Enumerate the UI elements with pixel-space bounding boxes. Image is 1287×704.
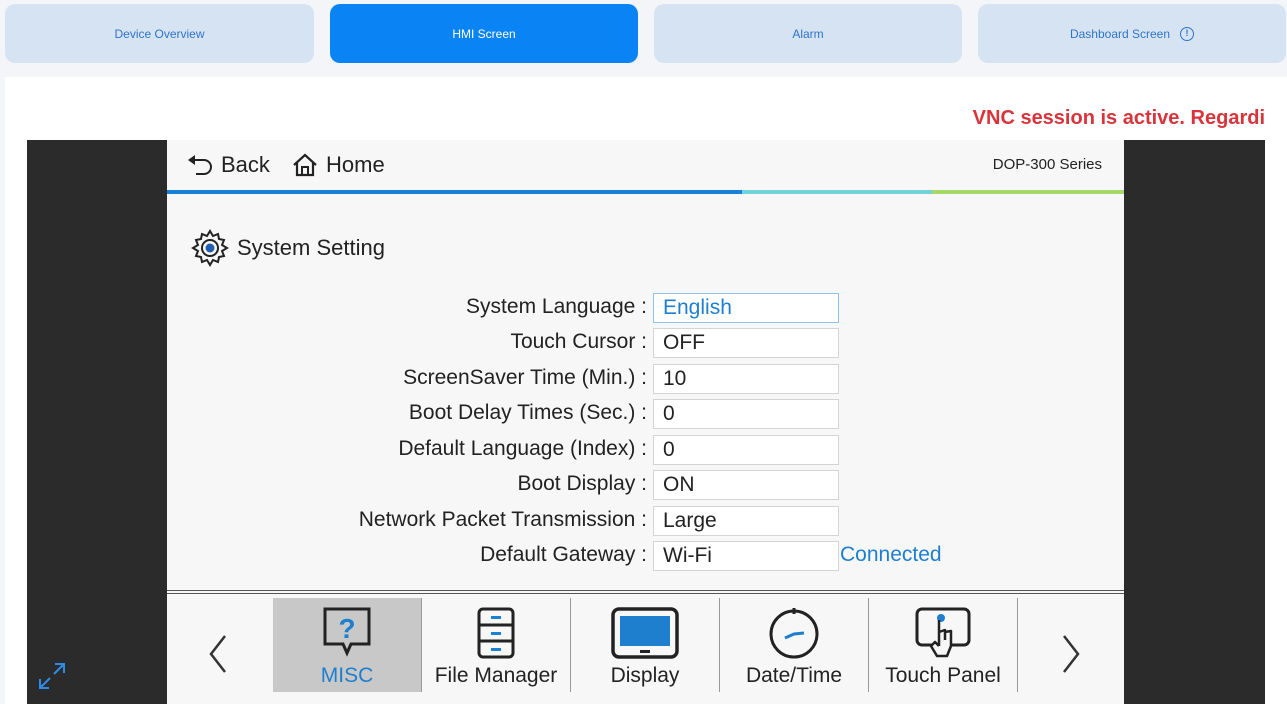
setting-row-boot-delay: Boot Delay Times (Sec.) : 0 [167,399,1124,429]
vnc-session-message: VNC session is active. Regardi [972,107,1265,129]
cabinet-icon [477,607,515,659]
nav-item-label: Display [610,664,680,687]
header-bar-green [932,190,1124,194]
back-arrow-icon [188,155,212,175]
question-bubble-icon: ? [323,607,371,657]
network-packet-field[interactable]: Large [653,506,839,536]
nav-item-label: MISC [320,664,374,687]
setting-label: Boot Delay Times (Sec.) : [408,401,647,424]
nav-item-date-time[interactable]: Date/Time [720,598,868,692]
setting-row-default-gateway: Default Gateway : Wi-Fi Connected [167,541,1124,571]
gear-icon [191,229,229,267]
nav-item-label: File Manager [434,664,558,687]
clock-icon [769,608,819,659]
home-label: Home [326,152,385,177]
tab-label: Device Overview [114,26,205,41]
setting-row-boot-display: Boot Display : ON [167,470,1124,500]
setting-label: ScreenSaver Time (Min.) : [403,366,647,389]
hmi-bottom-nav: ? MISC File Manager Display Date/Time To… [167,594,1124,704]
section-title: System Setting [189,228,385,268]
tab-alarm[interactable]: Alarm [654,4,962,63]
hmi-header: Back Home DOP-300 Series [167,140,1124,190]
svg-text:?: ? [338,613,355,644]
tab-label: HMI Screen [452,26,516,41]
default-gateway-field[interactable]: Wi-Fi [653,541,839,571]
setting-row-screensaver-time: ScreenSaver Time (Min.) : 10 [167,364,1124,394]
setting-label: Network Packet Transmission : [358,508,647,531]
tab-label: Alarm [792,26,824,41]
back-button[interactable]: Back [185,152,270,178]
tab-hmi-screen[interactable]: HMI Screen [330,4,638,63]
section-title-label: System Setting [237,235,385,260]
touch-hand-icon [915,607,971,658]
nav-item-label: Date/Time [745,664,843,687]
hmi-screen: Back Home DOP-300 Series System Setting … [167,140,1124,704]
fullscreen-button[interactable] [37,661,67,696]
screensaver-time-field[interactable]: 10 [653,364,839,394]
nav-divider [1017,598,1018,692]
setting-label: Boot Display : [517,472,647,495]
touch-cursor-field[interactable]: OFF [653,328,839,358]
nav-item-file-manager[interactable]: File Manager [422,598,570,692]
setting-row-touch-cursor: Touch Cursor : OFF [167,328,1124,358]
nav-next-button[interactable] [1060,632,1082,686]
setting-label: Default Language (Index) : [398,437,647,460]
top-tab-bar: Device Overview HMI Screen Alarm Dashboa… [0,0,1287,70]
setting-label: Default Gateway : [480,543,647,566]
chevron-right-icon [1063,635,1080,673]
tab-device-overview[interactable]: Device Overview [5,4,314,63]
setting-label: System Language : [466,295,647,318]
model-series-label: DOP-300 Series [992,156,1102,173]
nav-item-display[interactable]: Display [571,598,719,692]
nav-item-touch-panel[interactable]: Touch Panel [869,598,1017,692]
info-icon[interactable]: ! [1180,26,1195,41]
expand-icon [39,663,65,689]
boot-delay-field[interactable]: 0 [653,399,839,429]
boot-display-field[interactable]: ON [653,470,839,500]
setting-row-network-packet: Network Packet Transmission : Large [167,506,1124,536]
nav-item-misc[interactable]: ? MISC [273,598,421,692]
setting-label: Touch Cursor : [510,330,647,353]
monitor-icon [611,607,679,659]
nav-item-label: Touch Panel [885,664,1001,687]
tab-label: Dashboard Screen [1069,26,1171,41]
tab-dashboard-screen[interactable]: Dashboard Screen ! [978,4,1286,63]
nav-prev-button[interactable] [207,632,229,686]
header-bar-blue [167,190,742,194]
gateway-status: Connected [840,543,942,566]
setting-row-system-language: System Language : English [167,293,1124,323]
back-label: Back [221,152,270,177]
default-language-field[interactable]: 0 [653,435,839,465]
home-button[interactable]: Home [292,152,385,178]
home-icon [293,153,317,177]
header-bar-cyan [742,190,932,194]
system-language-field[interactable]: English [653,293,839,323]
chevron-left-icon [209,635,226,673]
setting-row-default-language: Default Language (Index) : 0 [167,435,1124,465]
